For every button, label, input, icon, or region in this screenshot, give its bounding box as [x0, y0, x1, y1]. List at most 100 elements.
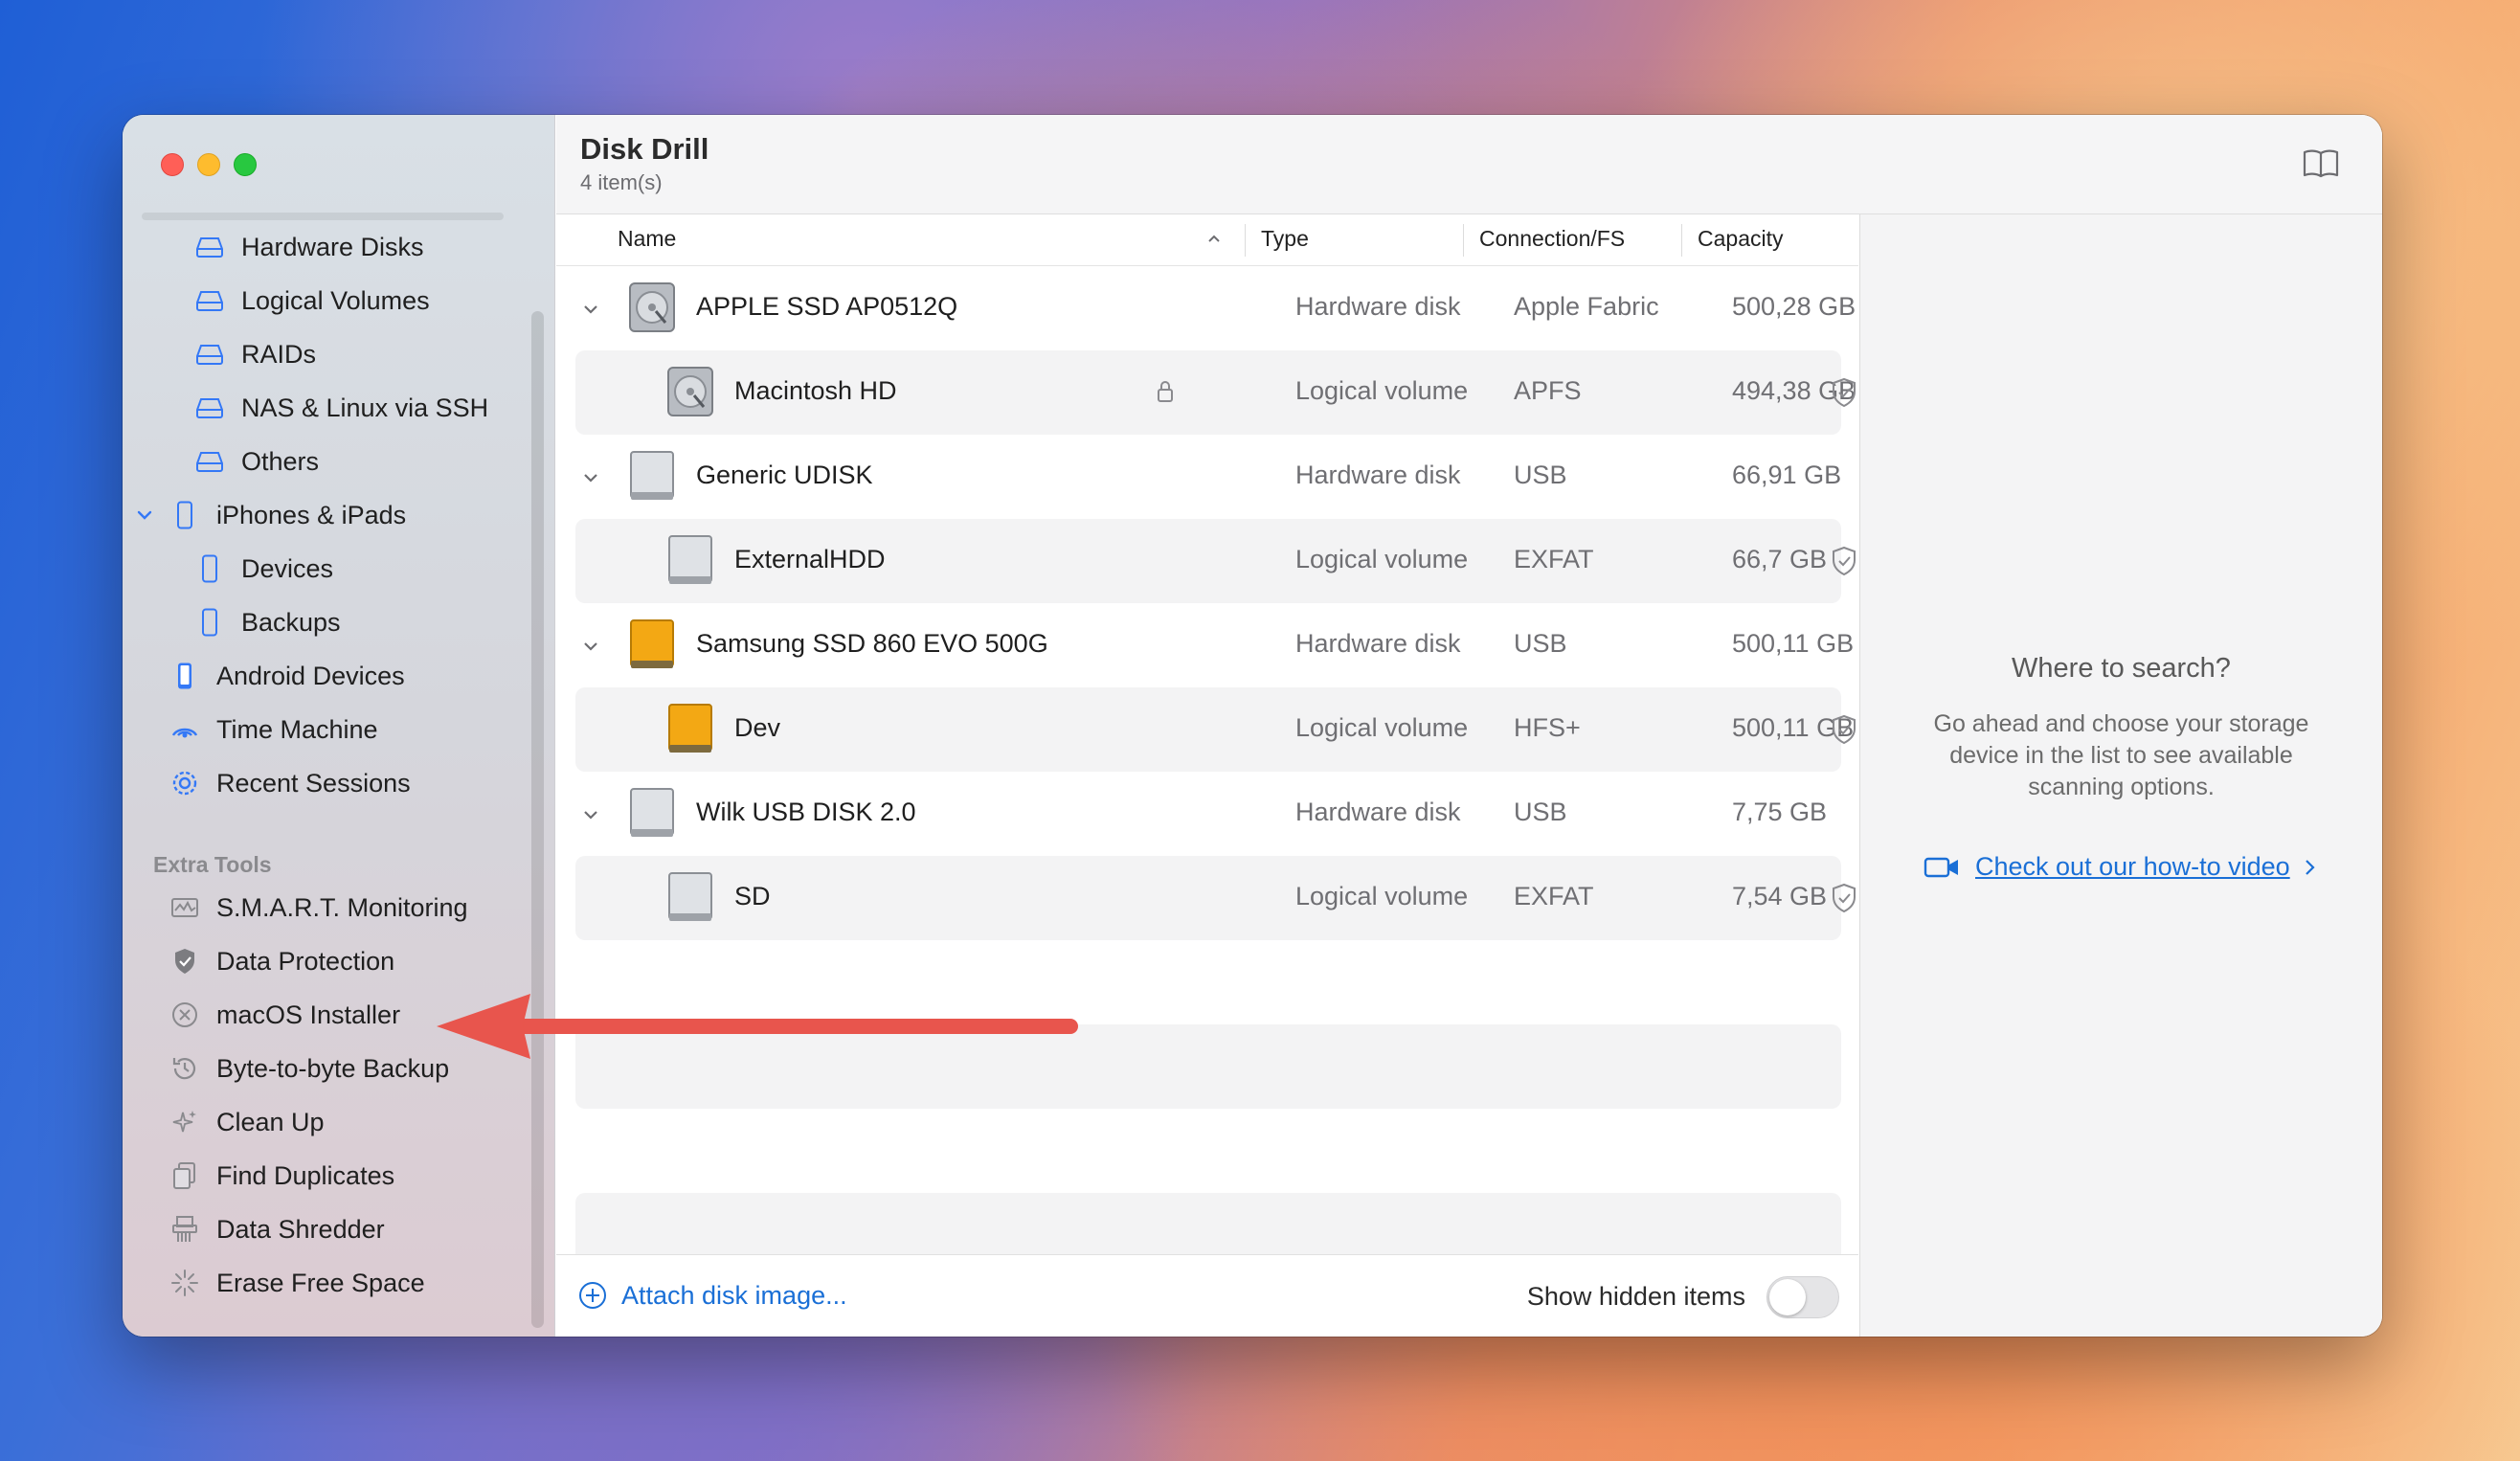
sidebar: Hardware Disks Logical Volumes RAIDs NAS…	[123, 115, 555, 1337]
sidebar-item-iphones-ipads[interactable]: iPhones & iPads	[137, 488, 406, 542]
phone-icon	[193, 552, 226, 585]
chevron-down-icon[interactable]	[579, 298, 602, 321]
disk-connection: USB	[1514, 798, 1567, 826]
close-window-button[interactable]	[161, 153, 184, 176]
attach-disk-image-button[interactable]: Attach disk image...	[577, 1280, 847, 1311]
video-camera-icon	[1924, 857, 1958, 877]
disk-capacity: 66,91 GB	[1732, 461, 1842, 489]
sidebar-item-byte-backup[interactable]: Byte-to-byte Backup	[169, 1042, 449, 1095]
table-row[interactable]: Wilk USB DISK 2.0 Hardware disk USB 7,75…	[575, 772, 1841, 856]
sidebar-item-smart-monitoring[interactable]: S.M.A.R.T. Monitoring	[169, 881, 468, 934]
protection-shield-icon[interactable]	[1830, 882, 1858, 914]
sidebar-item-data-protection[interactable]: Data Protection	[169, 934, 394, 988]
extra-tools-heading: Extra Tools	[153, 852, 272, 877]
maximize-window-button[interactable]	[234, 153, 257, 176]
external-disk-icon	[668, 535, 712, 584]
details-text: Go ahead and choose your storage device …	[1933, 710, 2309, 800]
table-row[interactable]: APPLE SSD AP0512Q Hardware disk Apple Fa…	[575, 266, 1856, 350]
column-divider[interactable]	[1463, 224, 1464, 257]
minimize-window-button[interactable]	[197, 153, 220, 176]
sidebar-item-label: Hardware Disks	[241, 232, 424, 261]
sidebar-item-clean-up[interactable]: Clean Up	[169, 1095, 325, 1149]
sidebar-item-label: Others	[241, 446, 320, 476]
table-header: Name Type Connection/FS Capacity	[556, 214, 1899, 266]
disk-capacity: 500,11 GB	[1732, 629, 1855, 658]
sidebar-item-others[interactable]: Others	[193, 435, 319, 488]
column-divider[interactable]	[1245, 224, 1246, 257]
gear-icon	[169, 767, 201, 799]
disk-name: Generic UDISK	[696, 461, 873, 489]
sidebar-item-label: Devices	[241, 553, 334, 583]
list-footer: Attach disk image... Show hidden items	[556, 1254, 1858, 1337]
disk-name: Macintosh HD	[734, 376, 897, 405]
sort-ascending-icon[interactable]	[1205, 230, 1223, 247]
disk-connection: EXFAT	[1514, 882, 1594, 910]
book-icon[interactable]	[2302, 147, 2340, 180]
chevron-down-icon[interactable]	[579, 635, 602, 658]
sidebar-scrollbar[interactable]	[531, 311, 544, 1328]
sidebar-item-label: S.M.A.R.T. Monitoring	[216, 892, 468, 922]
disk-connection: APFS	[1514, 376, 1582, 405]
sidebar-item-devices[interactable]: Devices	[193, 542, 333, 596]
table-row[interactable]: SD Logical volume EXFAT 7,54 GB	[575, 856, 1856, 940]
column-divider[interactable]	[1681, 224, 1682, 257]
table-row[interactable]: Generic UDISK Hardware disk USB 66,91 GB	[575, 435, 1841, 519]
how-to-video-label: Check out our how-to video	[1975, 852, 2290, 881]
sidebar-item-erase-free-space[interactable]: Erase Free Space	[169, 1256, 425, 1310]
show-hidden-toggle[interactable]	[1766, 1276, 1839, 1318]
shredder-icon	[169, 1213, 201, 1246]
disk-name: Samsung SSD 860 EVO 500G	[696, 629, 1048, 658]
lock-icon	[1158, 381, 1173, 402]
installer-icon	[169, 999, 201, 1031]
sidebar-item-find-duplicates[interactable]: Find Duplicates	[169, 1149, 394, 1203]
disk-name: Wilk USB DISK 2.0	[696, 798, 916, 826]
disk-connection: EXFAT	[1514, 545, 1594, 573]
disk-type: Hardware disk	[1295, 292, 1461, 321]
annotation-arrow-icon	[437, 994, 1078, 1059]
sidebar-item-logical-volumes[interactable]: Logical Volumes	[193, 274, 430, 327]
sidebar-scroll-edge	[142, 213, 504, 220]
external-disk-icon	[668, 872, 712, 921]
sidebar-item-raids[interactable]: RAIDs	[193, 327, 316, 381]
protection-shield-icon[interactable]	[1830, 713, 1858, 746]
column-header-connection[interactable]: Connection/FS	[1479, 226, 1625, 252]
sidebar-item-data-shredder[interactable]: Data Shredder	[169, 1203, 385, 1256]
toggle-knob	[1769, 1279, 1806, 1315]
disk-icon	[193, 231, 226, 263]
disk-icon	[193, 445, 226, 478]
column-header-name[interactable]: Name	[618, 226, 676, 252]
chevron-down-icon[interactable]	[579, 803, 602, 826]
table-row[interactable]: Samsung SSD 860 EVO 500G Hardware disk U…	[575, 603, 1854, 687]
sidebar-item-recent-sessions[interactable]: Recent Sessions	[169, 756, 411, 810]
chevron-down-icon[interactable]	[134, 505, 155, 526]
sidebar-item-time-machine[interactable]: Time Machine	[169, 703, 378, 756]
protection-shield-icon[interactable]	[1830, 545, 1858, 577]
how-to-video-link[interactable]: Check out our how-to video	[1924, 852, 2317, 882]
disk-connection: HFS+	[1514, 713, 1581, 742]
external-disk-icon	[668, 704, 712, 753]
disk-connection: USB	[1514, 629, 1567, 658]
chevron-down-icon[interactable]	[579, 466, 602, 489]
sidebar-item-label: Data Shredder	[216, 1214, 385, 1244]
sidebar-item-label: Backups	[241, 607, 341, 637]
disk-connection: USB	[1514, 461, 1567, 489]
android-phone-icon	[169, 660, 201, 692]
sidebar-item-hardware-disks[interactable]: Hardware Disks	[193, 220, 424, 274]
sidebar-item-android-devices[interactable]: Android Devices	[169, 649, 405, 703]
disk-type: Logical volume	[1295, 545, 1469, 573]
sidebar-item-nas-linux[interactable]: NAS & Linux via SSH	[193, 381, 488, 435]
disk-connection: Apple Fabric	[1514, 292, 1659, 321]
column-header-capacity[interactable]: Capacity	[1698, 226, 1783, 252]
disk-capacity: 500,28 GB	[1732, 292, 1856, 321]
sidebar-item-label: macOS Installer	[216, 1000, 401, 1029]
sidebar-item-macos-installer[interactable]: macOS Installer	[169, 988, 400, 1042]
protection-shield-icon[interactable]	[1830, 376, 1858, 409]
sidebar-item-label: RAIDs	[241, 339, 317, 369]
table-row[interactable]: ExternalHDD Logical volume EXFAT 66,7 GB	[575, 519, 1856, 603]
table-row[interactable]: Macintosh HD Logical volume APFS 494,38 …	[575, 350, 1856, 435]
chevron-right-icon	[2305, 859, 2315, 875]
table-row[interactable]: Dev Logical volume HFS+ 500,11 GB	[575, 687, 1856, 772]
disk-capacity: 66,7 GB	[1732, 545, 1828, 573]
sidebar-item-backups[interactable]: Backups	[193, 596, 341, 649]
column-header-type[interactable]: Type	[1261, 226, 1309, 252]
